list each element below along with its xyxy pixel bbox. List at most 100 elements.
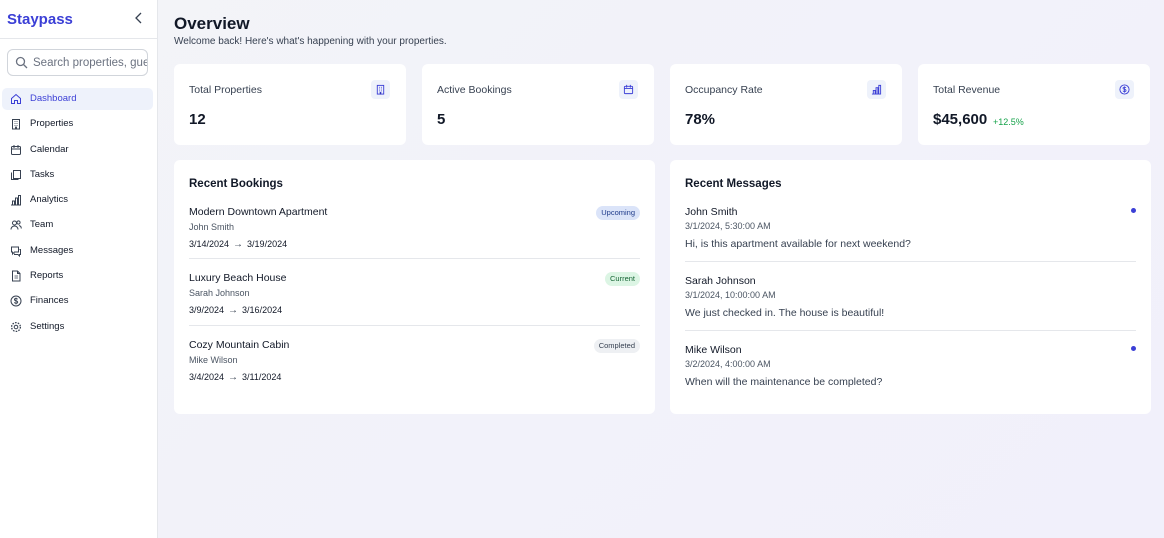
message-item[interactable]: Mike Wilson 3/2/2024, 4:00:00 AM When wi…	[685, 340, 1136, 409]
message-text: Hi, is this apartment available for next…	[685, 238, 911, 250]
users-icon	[10, 220, 22, 231]
message-time: 3/1/2024, 5:30:00 AM	[685, 221, 771, 231]
arrow-right-icon: →	[228, 372, 239, 383]
sidebar-item-label: Tasks	[30, 168, 55, 180]
stat-icon-badge	[1115, 80, 1134, 99]
stat-card-total-revenue: Total Revenue $45,600 +12.5%	[918, 64, 1150, 145]
panel-title: Recent Bookings	[189, 178, 283, 190]
gear-icon	[10, 321, 22, 332]
divider	[189, 325, 640, 326]
message-sender: John Smith	[685, 206, 738, 218]
sidebar-item-label: Settings	[30, 320, 65, 332]
message-sender: Mike Wilson	[685, 344, 742, 356]
dollar-icon	[10, 295, 22, 307]
brand-row: Staypass	[0, 0, 157, 39]
search-input[interactable]	[33, 50, 147, 75]
stat-value: $45,600	[933, 111, 988, 128]
bar-chart-icon	[871, 84, 882, 95]
checkout-date: 3/19/2024	[247, 239, 288, 249]
sidebar-item-properties[interactable]: Properties	[2, 113, 153, 135]
sidebar-item-settings[interactable]: Settings	[2, 316, 153, 338]
building-icon	[12, 119, 20, 130]
message-icon	[11, 246, 21, 257]
stat-icon-badge	[867, 80, 886, 99]
stat-label: Total Properties	[189, 84, 262, 96]
arrow-right-icon: →	[233, 239, 244, 250]
arrow-right-icon: →	[228, 305, 239, 316]
booking-guest: Mike Wilson	[189, 355, 238, 365]
chevron-left-icon[interactable]	[132, 11, 146, 25]
sidebar-item-calendar[interactable]: Calendar	[2, 139, 153, 161]
booking-item[interactable]: Cozy Mountain Cabin Mike Wilson 3/4/2024…	[189, 335, 640, 401]
message-time: 3/2/2024, 4:00:00 AM	[685, 359, 771, 369]
status-badge: Current	[604, 272, 640, 286]
sidebar-item-reports[interactable]: Reports	[2, 265, 153, 287]
stat-label: Active Bookings	[437, 84, 512, 96]
brand-logo[interactable]: Staypass	[7, 11, 73, 28]
sidebar-item-label: Calendar	[30, 143, 69, 155]
stat-card-occupancy-rate: Occupancy Rate 78%	[670, 64, 902, 145]
booking-dates: 3/14/2024 → 3/19/2024	[189, 239, 287, 250]
divider	[189, 258, 640, 259]
home-icon	[11, 93, 21, 104]
message-sender: Sarah Johnson	[685, 275, 756, 287]
bar-chart-icon	[11, 195, 21, 206]
message-time: 3/1/2024, 10:00:00 AM	[685, 290, 776, 300]
booking-guest: John Smith	[189, 222, 235, 232]
sidebar-nav: Dashboard Properties Calendar Tasks Anal…	[2, 88, 153, 341]
stat-icon-badge	[371, 80, 390, 99]
recent-bookings-panel: Recent Bookings Modern Downtown Apartmen…	[174, 160, 655, 414]
calendar-icon	[11, 144, 21, 155]
search-box	[7, 49, 148, 76]
checkin-date: 3/4/2024	[189, 372, 225, 382]
sidebar-item-label: Reports	[30, 270, 64, 282]
stat-value: 78%	[685, 111, 716, 128]
sidebar-item-dashboard[interactable]: Dashboard	[2, 88, 153, 110]
booking-property: Luxury Beach House	[189, 272, 287, 284]
sidebar-item-label: Dashboard	[30, 93, 77, 104]
sidebar-item-tasks[interactable]: Tasks	[2, 164, 153, 186]
sidebar-item-analytics[interactable]: Analytics	[2, 189, 153, 211]
sidebar-item-label: Analytics	[30, 194, 69, 206]
booking-property: Cozy Mountain Cabin	[189, 339, 290, 351]
status-badge: Upcoming	[596, 206, 640, 220]
recent-messages-panel: Recent Messages John Smith 3/1/2024, 5:3…	[670, 160, 1151, 414]
sidebar-item-messages[interactable]: Messages	[2, 240, 153, 262]
message-text: We just checked in. The house is beautif…	[685, 307, 885, 319]
file-icon	[12, 270, 21, 282]
checkin-date: 3/14/2024	[189, 239, 230, 249]
sidebar-item-label: Properties	[30, 118, 74, 130]
building-icon	[376, 84, 385, 95]
clipboard-icon	[11, 169, 21, 180]
stat-value: 12	[189, 111, 206, 128]
unread-dot	[1131, 208, 1136, 213]
sidebar: Staypass Dashboard Properties Calendar T…	[0, 0, 158, 538]
checkout-date: 3/16/2024	[242, 305, 283, 315]
dollar-icon	[1119, 84, 1130, 95]
sidebar-item-team[interactable]: Team	[2, 214, 153, 236]
booking-property: Modern Downtown Apartment	[189, 206, 328, 218]
status-badge: Completed	[593, 339, 640, 353]
panel-title: Recent Messages	[685, 178, 782, 190]
sidebar-item-label: Messages	[30, 244, 74, 256]
unread-dot	[1131, 346, 1136, 351]
checkin-date: 3/9/2024	[189, 305, 225, 315]
stat-label: Total Revenue	[933, 84, 1001, 96]
divider	[685, 330, 1136, 331]
stat-value: 5	[437, 111, 446, 128]
booking-dates: 3/4/2024 → 3/11/2024	[189, 372, 281, 383]
trend-badge: +12.5%	[993, 117, 1024, 127]
booking-dates: 3/9/2024 → 3/16/2024	[189, 305, 282, 316]
stat-icon-badge	[619, 80, 638, 99]
checkout-date: 3/11/2024	[242, 372, 282, 382]
divider	[685, 261, 1136, 262]
booking-guest: Sarah Johnson	[189, 288, 250, 298]
message-text: When will the maintenance be completed?	[685, 376, 883, 388]
sidebar-item-label: Finances	[30, 295, 69, 307]
search-icon	[15, 56, 28, 69]
calendar-icon	[623, 84, 634, 95]
stat-card-active-bookings: Active Bookings 5	[422, 64, 654, 145]
sidebar-item-label: Team	[30, 219, 54, 231]
page-subtitle: Welcome back! Here's what's happening wi…	[174, 36, 447, 47]
sidebar-item-finances[interactable]: Finances	[2, 290, 153, 312]
